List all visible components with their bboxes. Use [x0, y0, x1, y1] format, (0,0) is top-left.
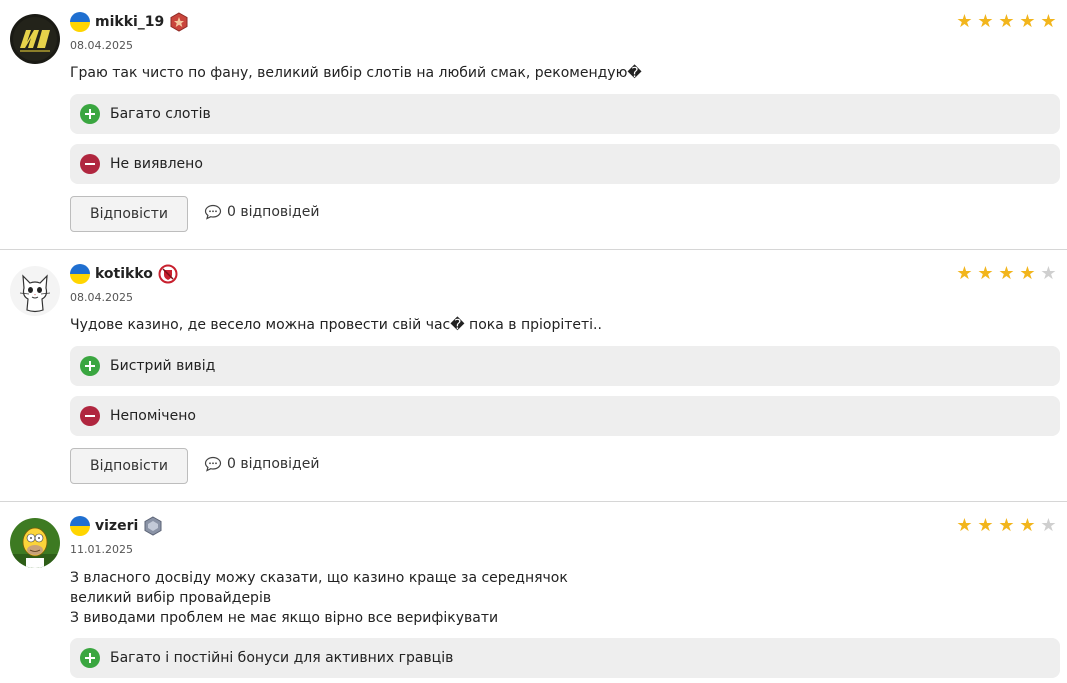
ukraine-flag-icon [70, 264, 90, 284]
pros-label: Багато і постійні бонуси для активних гр… [110, 650, 454, 666]
star-icon: ★ [977, 11, 994, 32]
review-date: 08.04.2025 [70, 39, 133, 52]
divider [0, 501, 1067, 502]
pros-item: Багато і постійні бонуси для активних гр… [70, 638, 1060, 678]
pros-label: Багато слотів [110, 106, 211, 122]
red-rank-badge-icon [170, 12, 188, 32]
star-rating: ★ ★ ★ ★ ★ [954, 12, 1059, 32]
review-text-line: З власного досвіду можу сказати, що кази… [70, 570, 568, 586]
plus-icon [80, 648, 100, 668]
cons-label: Не виявлено [110, 156, 203, 172]
replies-link[interactable]: 0 відповідей [204, 456, 319, 472]
review-text: Граю так чисто по фану, великий вибір сл… [70, 63, 642, 83]
red-shield-badge-icon [158, 264, 178, 284]
ukraine-flag-icon [70, 12, 90, 32]
review-text-line: З виводами проблем не має якщо вірно все… [70, 610, 499, 626]
navi-logo-avatar [10, 14, 60, 64]
star-rating: ★ ★ ★ ★ ★ [954, 516, 1059, 536]
username[interactable]: mikki_19 [95, 14, 164, 30]
star-icon: ★ [977, 515, 994, 536]
star-icon: ★ [1040, 11, 1057, 32]
star-icon: ★ [998, 11, 1015, 32]
pros-label: Бистрий вивід [110, 358, 216, 374]
silver-rank-badge-icon [144, 516, 162, 536]
plus-icon [80, 104, 100, 124]
replies-count[interactable]: 0 відповідей [227, 456, 319, 472]
cons-item: Непомічено [70, 396, 1060, 436]
star-icon: ★ [956, 263, 973, 284]
review-date: 08.04.2025 [70, 291, 133, 304]
review-text: Чудове казино, де весело можна провести … [70, 315, 602, 335]
review-card: kotikko 08.04.2025 ★ ★ ★ ★ ★ Чудове кази… [0, 252, 1067, 501]
review-text-line: великий вибір провайдерів [70, 590, 272, 606]
star-icon: ★ [956, 515, 973, 536]
star-icon: ★ [977, 263, 994, 284]
pros-item: Багато слотів [70, 94, 1060, 134]
star-empty-icon: ★ [1040, 263, 1057, 284]
review-text-line: Граю так чисто по фану, великий вибір сл… [70, 65, 642, 81]
star-icon: ★ [998, 515, 1015, 536]
cat-drawing-avatar [10, 266, 60, 316]
star-icon: ★ [1019, 263, 1036, 284]
star-rating: ★ ★ ★ ★ ★ [954, 264, 1059, 284]
star-icon: ★ [1019, 515, 1036, 536]
review-date: 11.01.2025 [70, 543, 133, 556]
comment-bubble-icon [204, 456, 222, 472]
divider [0, 249, 1067, 250]
comment-bubble-icon [204, 204, 222, 220]
reply-button[interactable]: Відповісти [70, 196, 188, 232]
username[interactable]: kotikko [95, 266, 153, 282]
reply-button[interactable]: Відповісти [70, 448, 188, 484]
avatar[interactable] [10, 14, 60, 64]
plus-icon [80, 356, 100, 376]
star-empty-icon: ★ [1040, 515, 1057, 536]
minus-icon [80, 406, 100, 426]
star-icon: ★ [956, 11, 973, 32]
avatar[interactable] [10, 266, 60, 316]
ukraine-flag-icon [70, 516, 90, 536]
star-icon: ★ [998, 263, 1015, 284]
review-text: З власного досвіду можу сказати, що кази… [70, 568, 568, 628]
replies-link[interactable]: 0 відповідей [204, 204, 319, 220]
username[interactable]: vizeri [95, 518, 138, 534]
cons-item: Не виявлено [70, 144, 1060, 184]
cons-label: Непомічено [110, 408, 196, 424]
review-card: vizeri 11.01.2025 ★ ★ ★ ★ ★ З власного д… [0, 504, 1067, 683]
minus-icon [80, 154, 100, 174]
star-icon: ★ [1019, 11, 1036, 32]
avatar[interactable] [10, 518, 60, 568]
review-text-line: Чудове казино, де весело можна провести … [70, 317, 602, 333]
replies-count[interactable]: 0 відповідей [227, 204, 319, 220]
homer-simpson-avatar [10, 518, 60, 568]
pros-item: Бистрий вивід [70, 346, 1060, 386]
review-card: mikki_19 08.04.2025 ★ ★ ★ ★ ★ Граю так ч… [0, 0, 1067, 249]
